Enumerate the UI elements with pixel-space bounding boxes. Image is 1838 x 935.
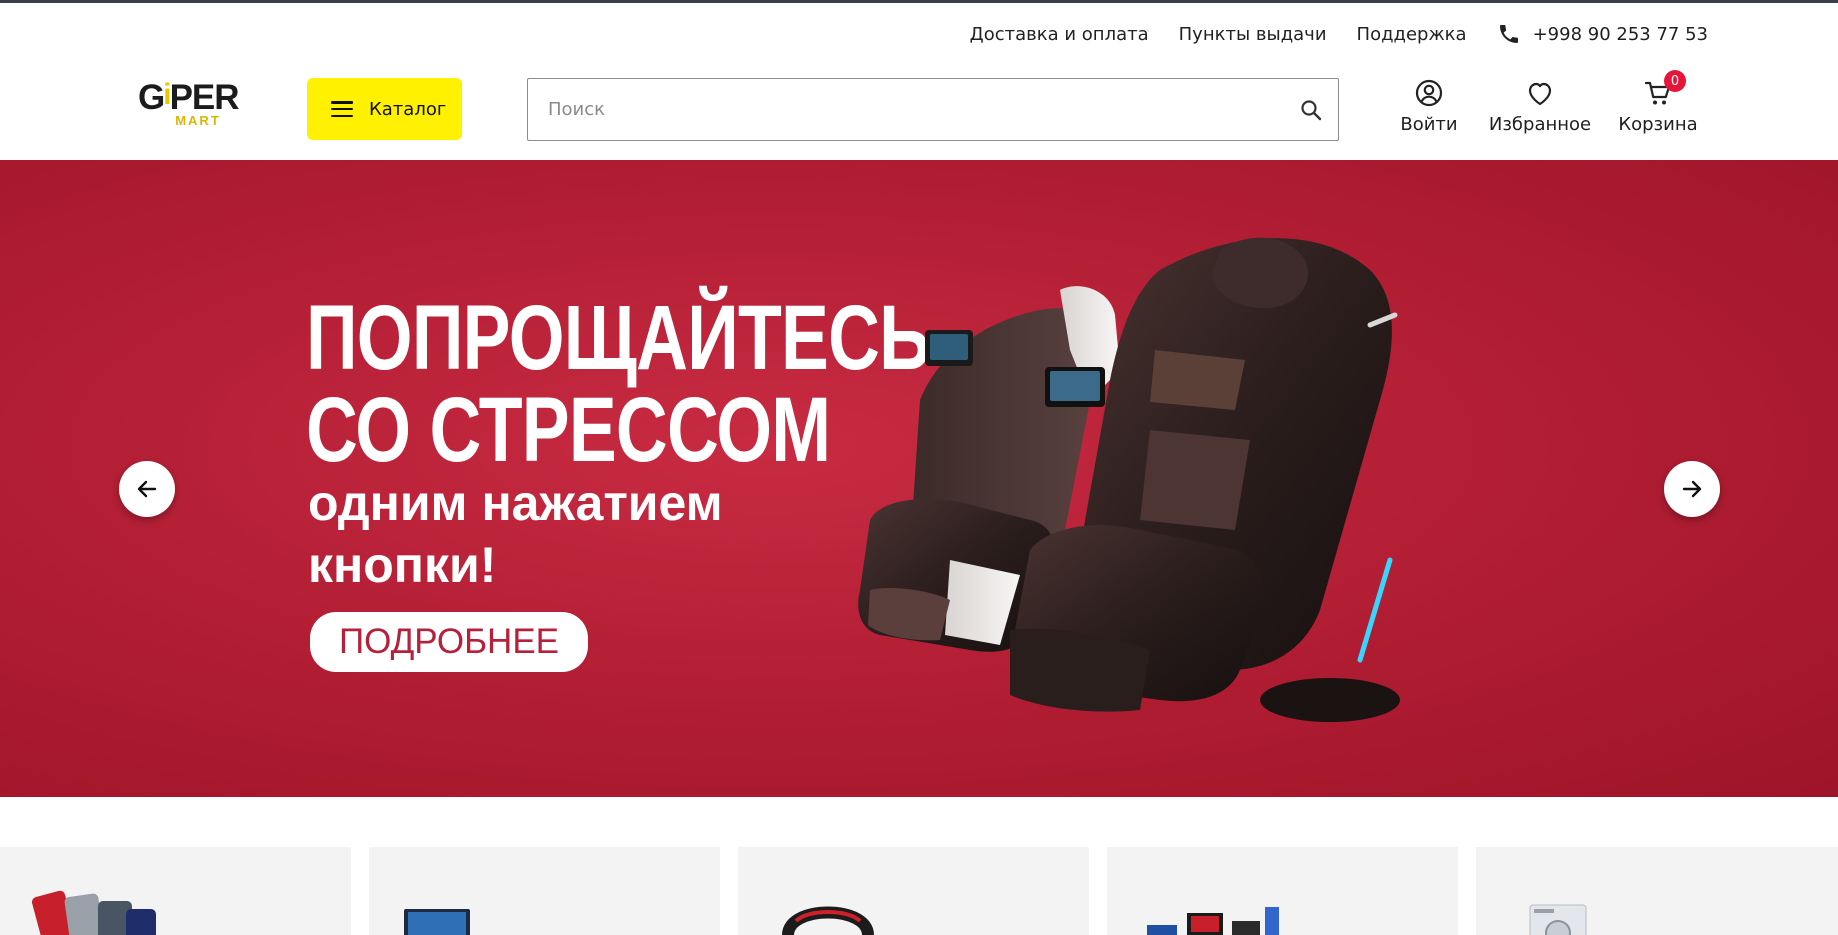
cart-count-badge: 0 [1664, 70, 1686, 92]
favorites-button[interactable]: Избранное [1470, 78, 1610, 135]
search-icon [1301, 99, 1322, 120]
banner-headline-line-2: СО СТРЕССОМ [306, 379, 831, 481]
support-link[interactable]: Поддержка [1357, 24, 1467, 45]
banner-subline-line-2: кнопки! [308, 537, 497, 593]
banner-next-button[interactable] [1664, 461, 1720, 517]
banner-headline: ПОПРОЩАЙТЕСЬ СО СТРЕССОМ [306, 287, 931, 481]
computer-setup-image [1147, 907, 1279, 935]
catalog-label: Каталог [369, 98, 447, 120]
window-top-strip [0, 0, 1838, 3]
favorites-label: Избранное [1488, 114, 1592, 135]
site-logo[interactable]: Gi PER MART [138, 78, 240, 136]
user-icon [1415, 79, 1443, 107]
learn-more-button[interactable]: ПОДРОБНЕЕ [310, 612, 588, 672]
heart-icon [1528, 82, 1552, 106]
search-input[interactable] [528, 79, 1284, 140]
arrow-left-icon [137, 480, 157, 498]
category-tile-gaming-wheel[interactable] [738, 847, 1089, 935]
arrow-right-icon [1682, 480, 1702, 498]
top-info-bar: Доставка и оплата Пункты выдачи Поддержк… [970, 22, 1708, 46]
header-actions: Войти Избранное Корзина 0 [1390, 70, 1704, 135]
banner-subline: одним нажатием кнопки! [308, 472, 723, 596]
category-tile-laptops[interactable] [369, 847, 720, 935]
steering-wheel-image [782, 906, 874, 935]
category-tile-smartphones[interactable] [0, 847, 351, 935]
massage-chairs-image [858, 237, 1400, 722]
menu-icon [331, 101, 353, 117]
delivery-link[interactable]: Доставка и оплата [970, 24, 1149, 45]
smartphones-image [31, 890, 156, 935]
hero-banner: ПОПРОЩАЙТЕСЬ СО СТРЕССОМ одним нажатием … [0, 160, 1838, 797]
category-tiles [0, 847, 1838, 935]
phone-contact[interactable]: +998 90 253 77 53 [1497, 22, 1708, 46]
pickup-points-link[interactable]: Пункты выдачи [1179, 24, 1327, 45]
catalog-button[interactable]: Каталог [307, 78, 462, 140]
category-tile-computer-setup[interactable] [1107, 847, 1458, 935]
search-button[interactable] [1284, 79, 1338, 140]
login-button[interactable]: Войти [1390, 78, 1468, 135]
banner-prev-button[interactable] [119, 461, 175, 517]
logo-wordmark: Gi PER [138, 78, 240, 117]
banner-subline-line-1: одним нажатием [308, 475, 723, 531]
search-bar [527, 78, 1339, 141]
phone-number: +998 90 253 77 53 [1532, 23, 1708, 45]
washing-machine-image [1529, 904, 1587, 935]
category-tile-washing-machine[interactable] [1476, 847, 1838, 935]
login-label: Войти [1400, 114, 1458, 135]
cart-label: Корзина [1618, 114, 1698, 135]
cart-button[interactable]: Корзина 0 [1612, 70, 1704, 135]
phone-icon [1499, 25, 1518, 43]
banner-headline-line-1: ПОПРОЩАЙТЕСЬ [306, 287, 931, 389]
laptop-image [404, 909, 470, 935]
